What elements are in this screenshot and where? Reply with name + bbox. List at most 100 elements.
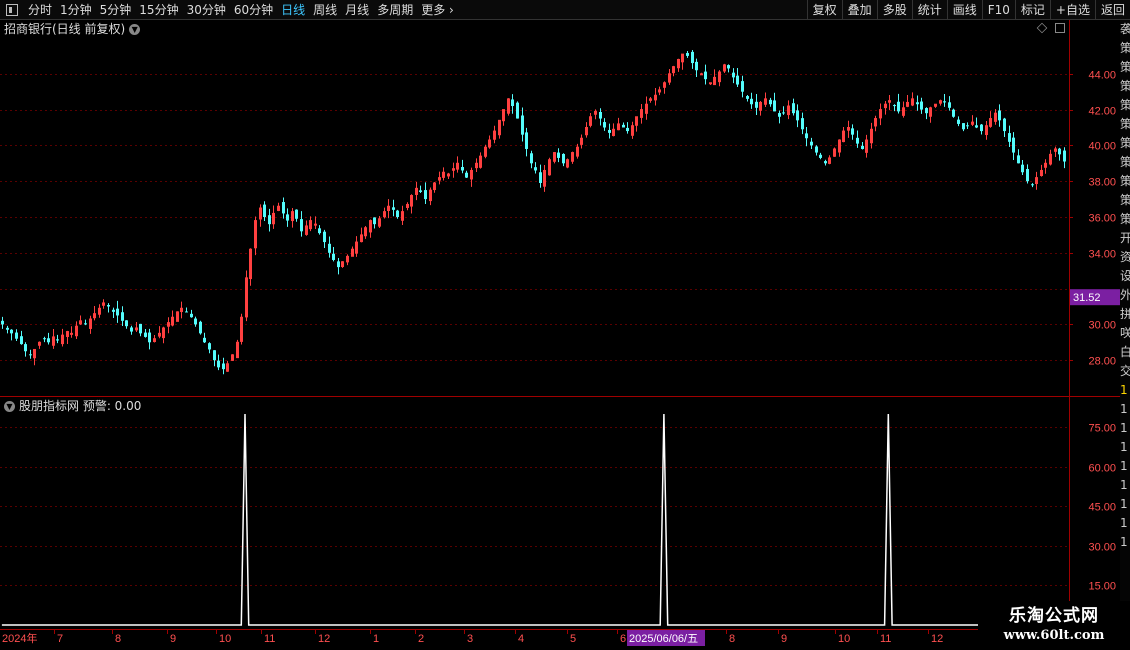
x-tick-label: 9 (170, 633, 176, 645)
price-tick-label: 42.00 (1088, 106, 1116, 118)
side-strip-glyph: 策 (1120, 41, 1130, 55)
right-side-panel-strip[interactable]: 袭策策策策策策策策策策开资设外拼咲白交111111111 (1120, 20, 1130, 650)
back-button[interactable]: 返回 (1094, 0, 1130, 20)
candle-body (1017, 155, 1020, 164)
draw-line-button[interactable]: 画线 (946, 0, 982, 20)
x-tick-label: 10 (219, 633, 231, 645)
candle-body (213, 350, 216, 361)
candle-body (920, 101, 923, 110)
x-tick-label: 4 (518, 633, 524, 645)
chevron-right-icon: › (445, 2, 454, 17)
diamond-icon[interactable] (1036, 22, 1048, 34)
candle-body (603, 122, 606, 128)
side-strip-glyph: 策 (1120, 212, 1130, 226)
statistics-button[interactable]: 统计 (911, 0, 947, 20)
candle-body (419, 190, 422, 192)
indicator-tick-label: 45.00 (1088, 502, 1116, 514)
restore-rights-button[interactable]: 复权 (806, 0, 842, 20)
period-tab-15min[interactable]: 15分钟 (135, 0, 182, 20)
candle-body (562, 153, 565, 164)
candle-body (1021, 164, 1024, 173)
period-tab-30min[interactable]: 30分钟 (183, 0, 230, 20)
period-tab-monthly[interactable]: 月线 (341, 0, 373, 20)
multi-stock-button[interactable]: 多股 (876, 0, 912, 20)
x-tick-label: 11 (264, 633, 275, 645)
x-tick-label: 8 (729, 633, 735, 645)
candle-body (29, 354, 32, 356)
candle-body (194, 318, 197, 325)
candle-body (948, 102, 951, 108)
candle-body (56, 339, 59, 341)
candle-body (314, 223, 317, 226)
x-tick-label: 11 (880, 633, 891, 645)
candle-body (424, 190, 427, 200)
period-tab-fenshi[interactable]: 分时 (24, 0, 56, 20)
period-tab-daily[interactable]: 日线 (277, 0, 309, 20)
x-tick-label: 3 (467, 633, 473, 645)
restore-window-icon[interactable] (1055, 23, 1065, 33)
overlay-button[interactable]: 叠加 (841, 0, 877, 20)
side-strip-glyph: 白 (1120, 345, 1130, 359)
side-strip-glyph: 1 (1120, 535, 1128, 549)
candle-body (282, 202, 285, 214)
period-tab-5min[interactable]: 5分钟 (96, 0, 136, 20)
candle-body (24, 344, 27, 352)
side-strip-glyph: 设 (1120, 269, 1130, 283)
candle-body (943, 101, 946, 103)
chart-window-buttons (1036, 22, 1065, 34)
indicator-signal-line (1, 413, 1065, 626)
x-tick-label: 1 (373, 633, 379, 645)
period-tab-more[interactable]: 更多 › (417, 0, 458, 20)
mark-button[interactable]: 标记 (1014, 0, 1050, 20)
period-tab-multi[interactable]: 多周期 (373, 0, 417, 20)
candle-body (732, 72, 735, 78)
candle-body (925, 108, 928, 114)
price-tick-label: 34.00 (1088, 249, 1116, 261)
side-strip-glyph: 策 (1120, 98, 1130, 112)
side-strip-glyph: 1 (1120, 383, 1128, 397)
candle-body (962, 123, 965, 130)
add-watchlist-button[interactable]: +自选 (1049, 0, 1095, 20)
x-tick-label: 2024年 (2, 631, 37, 645)
chevron-down-icon[interactable]: ▼ (129, 23, 141, 35)
candle-body (516, 102, 519, 119)
candle-body (190, 313, 193, 318)
candle-body (43, 338, 46, 340)
x-tick-label: 5 (570, 633, 576, 645)
period-tab-weekly[interactable]: 周线 (309, 0, 341, 20)
chevron-down-icon[interactable]: ▼ (4, 400, 15, 412)
side-strip-glyph: 1 (1120, 421, 1128, 435)
candle-body (116, 308, 119, 316)
candle-body (300, 219, 303, 232)
indicator-tick-label: 60.00 (1088, 463, 1116, 475)
candle-body (392, 207, 395, 210)
candle-body (700, 73, 703, 76)
candle-body (966, 125, 969, 127)
layout-toggle-icon[interactable] (6, 3, 18, 16)
candle-body (704, 71, 707, 80)
candle-body (318, 228, 321, 234)
f10-button[interactable]: F10 (981, 0, 1015, 20)
candle-body (819, 154, 822, 158)
current-price-label: 31.52 (1073, 292, 1101, 304)
period-tab-1min[interactable]: 1分钟 (56, 0, 96, 20)
period-tab-60min[interactable]: 60分钟 (230, 0, 277, 20)
indicator-tick-label: 30.00 (1088, 542, 1116, 554)
candle-body (851, 128, 854, 135)
watermark-url: www.60lt.com (1003, 628, 1105, 643)
candle-body (773, 100, 776, 112)
candle-body (856, 137, 859, 144)
candle-body (1012, 137, 1015, 153)
candle-body (521, 115, 524, 135)
side-strip-glyph: 策 (1120, 193, 1130, 207)
candle-body (691, 51, 694, 64)
candle-body (1026, 169, 1029, 182)
candle-body (810, 141, 813, 146)
kline-chart[interactable]: 44.00 42.00 40.00 38.00 36.00 34.00 30.00 28.00… (0, 0, 1130, 650)
candle-body (534, 167, 537, 171)
indicator-title-label: 股朋指标网 预警: 0.00 (19, 399, 142, 413)
candle-body (465, 172, 468, 178)
indicator-tick-label: 15.00 (1088, 581, 1116, 593)
candle-body (861, 145, 864, 149)
candle-body (980, 124, 983, 132)
